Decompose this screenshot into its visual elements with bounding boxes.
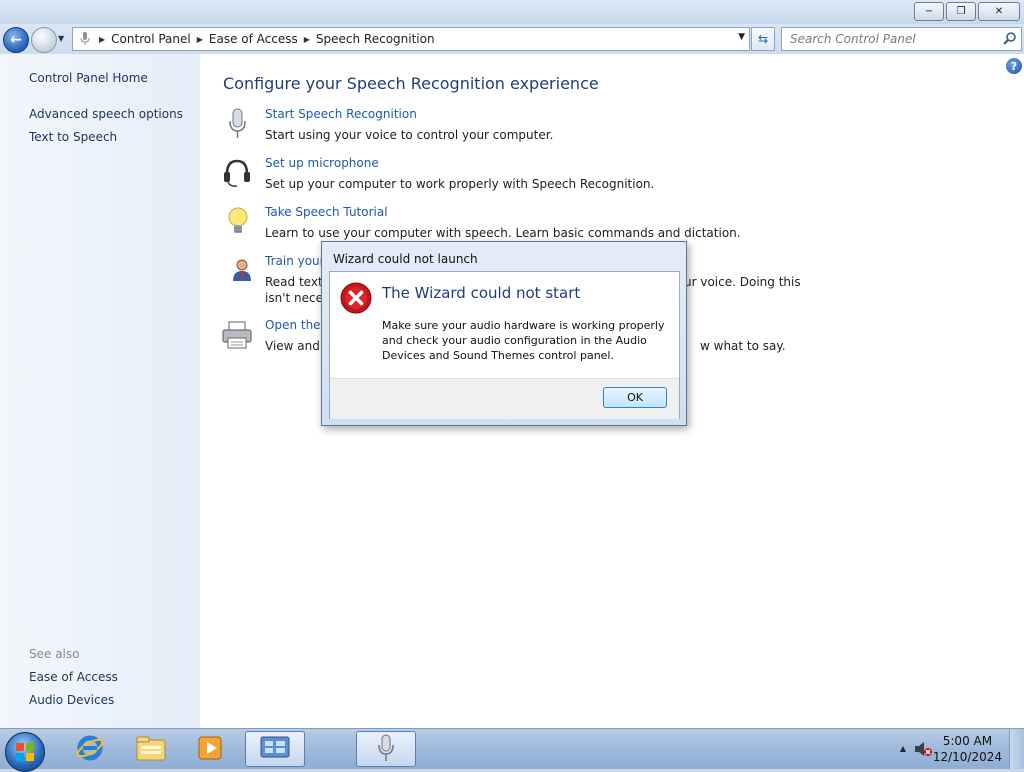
back-button[interactable]: ←: [3, 27, 29, 53]
text-to-speech-link[interactable]: Text to Speech: [29, 130, 117, 144]
error-icon: [340, 282, 372, 314]
breadcrumb-control-panel[interactable]: Control Panel: [111, 32, 191, 46]
page-title: Configure your Speech Recognition experi…: [223, 74, 599, 93]
dialog-footer: OK: [330, 378, 679, 419]
media-player-icon: [196, 734, 224, 765]
advanced-speech-options-link[interactable]: Advanced speech options: [29, 107, 183, 121]
taskbar-media-player[interactable]: [182, 731, 238, 767]
microphone-icon: [220, 107, 254, 141]
user-icon: [220, 254, 254, 288]
search-box: [781, 27, 1022, 51]
task-description-continued: ur voice. Doing this: [684, 275, 801, 289]
caption-buttons: − ❐ ✕: [914, 2, 1020, 21]
left-navigation-pane: Control Panel Home Advanced speech optio…: [0, 54, 200, 728]
dialog-heading: The Wizard could not start: [382, 284, 581, 302]
start-button[interactable]: [5, 732, 45, 772]
window-titlebar: − ❐ ✕: [0, 0, 1024, 24]
forward-button[interactable]: [31, 27, 57, 53]
help-icon[interactable]: ?: [1006, 58, 1022, 74]
dialog-title: Wizard could not launch: [333, 252, 478, 266]
refresh-button[interactable]: ⇆: [751, 27, 775, 51]
task-description: Start using your voice to control your c…: [265, 128, 554, 142]
minimize-button[interactable]: −: [914, 2, 944, 21]
refresh-icon: ⇆: [757, 32, 769, 46]
microphone-icon: [77, 31, 93, 47]
taskbar-speech-recognition[interactable]: [356, 731, 416, 767]
back-arrow-icon: ←: [10, 32, 22, 48]
file-explorer-icon: [135, 734, 167, 765]
internet-explorer-icon: [75, 733, 105, 766]
breadcrumb-ease-of-access[interactable]: Ease of Access: [209, 32, 298, 46]
address-bar[interactable]: ▶ Control Panel ▶ Ease of Access ▶ Speec…: [72, 27, 750, 51]
taskbar-internet-explorer[interactable]: [62, 731, 118, 767]
address-dropdown-icon[interactable]: ▼: [738, 32, 745, 42]
restore-button[interactable]: ❐: [946, 2, 976, 21]
close-window-button[interactable]: ✕: [978, 2, 1020, 21]
breadcrumb-chevron-icon[interactable]: ▶: [99, 35, 105, 44]
clock-date: 12/10/2024: [932, 750, 1002, 764]
recent-pages-dropdown[interactable]: ▼: [58, 34, 64, 43]
dialog-content: The Wizard could not start Make sure you…: [329, 271, 680, 419]
restore-icon: ❐: [956, 6, 966, 17]
search-input[interactable]: [788, 28, 992, 50]
taskbar-file-explorer[interactable]: [123, 731, 179, 767]
taskbar-control-panel[interactable]: [245, 731, 305, 767]
task-description-line2: isn't neces: [265, 291, 330, 305]
navigation-bar: ← ▼ ▶ Control Panel ▶ Ease of Access ▶ S…: [0, 24, 1024, 54]
printer-icon: [220, 318, 254, 352]
breadcrumb-chevron-icon[interactable]: ▶: [197, 35, 203, 44]
control-panel-home-link[interactable]: Control Panel Home: [29, 71, 148, 85]
breadcrumb-chevron-icon[interactable]: ▶: [304, 35, 310, 44]
breadcrumb-speech-recognition[interactable]: Speech Recognition: [316, 32, 435, 46]
volume-muted-icon[interactable]: [914, 741, 932, 760]
headset-icon: [220, 156, 254, 190]
ok-button[interactable]: OK: [603, 387, 667, 408]
show-hidden-icons-arrow[interactable]: ▲: [900, 744, 906, 753]
task-description: Learn to use your computer with speech. …: [265, 226, 741, 240]
dialog-message: Make sure your audio hardware is working…: [382, 319, 665, 362]
train-computer-link[interactable]: Train your: [265, 254, 325, 268]
dialog-body: The Wizard could not start Make sure you…: [330, 272, 679, 378]
windows-logo-icon: [16, 743, 34, 761]
ease-of-access-link[interactable]: Ease of Access: [29, 670, 118, 684]
search-icon[interactable]: [1003, 31, 1017, 48]
start-speech-recognition-link[interactable]: Start Speech Recognition: [265, 107, 417, 121]
take-speech-tutorial-link[interactable]: Take Speech Tutorial: [265, 205, 388, 219]
control-panel-icon: [259, 734, 291, 765]
taskbar: ▲ 5:00 AM 12/10/2024: [0, 728, 1024, 772]
clock-time: 5:00 AM: [942, 734, 993, 748]
task-description-continued: w what to say.: [700, 339, 786, 353]
error-dialog: Wizard could not launch The Wizard could…: [321, 241, 687, 426]
close-icon: ✕: [994, 6, 1004, 17]
speech-recognition-icon: [376, 733, 396, 766]
set-up-microphone-link[interactable]: Set up microphone: [265, 156, 379, 170]
audio-devices-link[interactable]: Audio Devices: [29, 693, 114, 707]
show-desktop-button[interactable]: [1009, 729, 1024, 769]
clock[interactable]: 5:00 AM 12/10/2024: [933, 733, 1002, 765]
minimize-icon: −: [924, 6, 934, 17]
task-description: Set up your computer to work properly wi…: [265, 177, 655, 191]
see-also-label: See also: [29, 647, 80, 661]
lightbulb-icon: [220, 205, 254, 239]
